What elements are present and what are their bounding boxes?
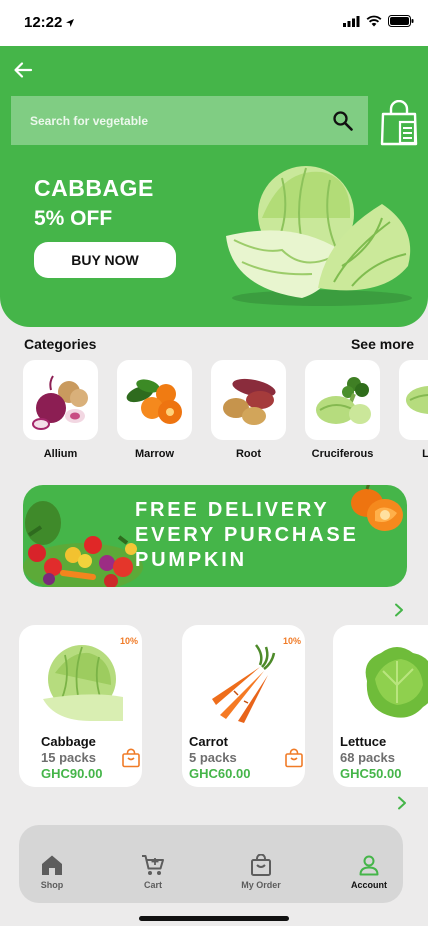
shopping-bag-icon <box>251 854 271 876</box>
signal-icon <box>343 15 360 27</box>
product-quantity: 68 packs <box>340 750 395 765</box>
category-card[interactable] <box>305 360 380 440</box>
category-cruciferous[interactable]: Cruciferous <box>305 360 380 460</box>
category-label: Marrow <box>134 448 175 460</box>
categories-row: Allium Marrow Root Cruciferous L <box>23 360 428 464</box>
product-name: Carrot <box>189 734 229 749</box>
category-label: Root <box>235 448 262 460</box>
carrot-product-image <box>212 644 276 723</box>
status-icons <box>343 15 414 27</box>
product-name: Lettuce <box>340 734 387 749</box>
broccoli-icon <box>315 377 371 424</box>
categories-header: Categories See more <box>24 336 414 354</box>
category-marrow[interactable]: Marrow <box>117 360 192 460</box>
marrow-icon <box>126 379 182 424</box>
see-more-link[interactable]: See more <box>351 336 414 352</box>
banner-line-1: FREE DELIVERY <box>135 499 330 521</box>
product-price: GHC50.00 <box>340 766 402 781</box>
nav-item-shop[interactable]: Shop <box>12 825 92 903</box>
shopping-list-icon[interactable] <box>378 100 420 146</box>
chevron-right-icon[interactable] <box>395 796 409 810</box>
nav-label: Account <box>351 880 387 890</box>
add-to-bag-icon[interactable] <box>284 748 304 768</box>
add-to-bag-icon[interactable] <box>121 748 141 768</box>
buy-now-button[interactable]: BUY NOW <box>34 242 176 278</box>
nav-label: Shop <box>40 880 64 890</box>
category-leafy[interactable]: Leafy <box>399 360 428 460</box>
battery-icon <box>388 15 414 27</box>
free-delivery-banner[interactable]: FREE DELIVERY EVERY PURCHASE PUMPKIN <box>23 485 407 587</box>
search-input[interactable] <box>11 96 321 145</box>
home-indicator <box>139 916 289 921</box>
promo-discount: 5% OFF <box>34 207 113 230</box>
product-quantity: 5 packs <box>189 750 237 765</box>
time-text: 12:22 <box>24 14 63 31</box>
hero-banner: 12:22 CABBAGE 5% OFF BUY NOW <box>0 0 428 327</box>
product-card-cabbage[interactable]: 10% Cabbage 15 packs GHC90.00 <box>19 625 142 787</box>
promo-title: CABBAGE <box>34 175 154 201</box>
nav-label: Cart <box>143 880 162 890</box>
category-label: Leafy <box>422 448 428 460</box>
pumpkin-image <box>351 485 403 531</box>
cabbage-product-image <box>43 645 123 721</box>
cart-icon <box>142 855 164 875</box>
home-icon <box>42 855 62 875</box>
category-card[interactable] <box>399 360 428 440</box>
search-icon[interactable] <box>331 109 355 133</box>
product-card-lettuce[interactable]: Lettuce 68 packs GHC50.00 <box>333 625 428 787</box>
root-vegetable-icon <box>222 378 276 425</box>
product-price: GHC60.00 <box>189 766 251 781</box>
wifi-icon <box>366 15 382 27</box>
status-time: 12:22 <box>24 14 75 31</box>
user-icon <box>359 855 379 876</box>
category-card[interactable] <box>23 360 98 440</box>
category-card[interactable] <box>211 360 286 440</box>
banner-line-2: EVERY PURCHASE <box>135 524 359 546</box>
chevron-right-icon[interactable] <box>392 603 406 617</box>
status-bar: 12:22 <box>0 0 428 46</box>
product-name: Cabbage <box>41 734 96 749</box>
bottom-navigation: Shop Cart My Order Account <box>19 825 403 903</box>
product-price: GHC90.00 <box>41 766 103 781</box>
product-quantity: 15 packs <box>41 750 96 765</box>
category-allium[interactable]: Allium <box>23 360 98 460</box>
vegetables-basket-image <box>23 501 143 587</box>
location-arrow-icon <box>66 19 75 27</box>
category-root[interactable]: Root <box>211 360 286 460</box>
category-card[interactable] <box>117 360 192 440</box>
search-bar <box>11 96 368 145</box>
product-card-carrot[interactable]: 10% Carrot 5 packs GHC60.00 <box>182 625 305 787</box>
category-label: Allium <box>43 448 78 460</box>
banner-line-3: PUMPKIN <box>135 549 247 571</box>
back-arrow-icon[interactable] <box>12 59 34 81</box>
leafy-icon <box>405 386 428 414</box>
lettuce-product-image <box>365 647 428 718</box>
nav-item-account[interactable]: Account <box>329 825 409 903</box>
nav-item-my-order[interactable]: My Order <box>221 825 301 903</box>
nav-item-cart[interactable]: Cart <box>113 825 193 903</box>
onion-icon <box>31 375 88 430</box>
nav-label: My Order <box>241 880 281 890</box>
category-label: Cruciferous <box>311 448 374 460</box>
categories-title: Categories <box>24 336 97 352</box>
cabbage-image <box>226 166 412 306</box>
